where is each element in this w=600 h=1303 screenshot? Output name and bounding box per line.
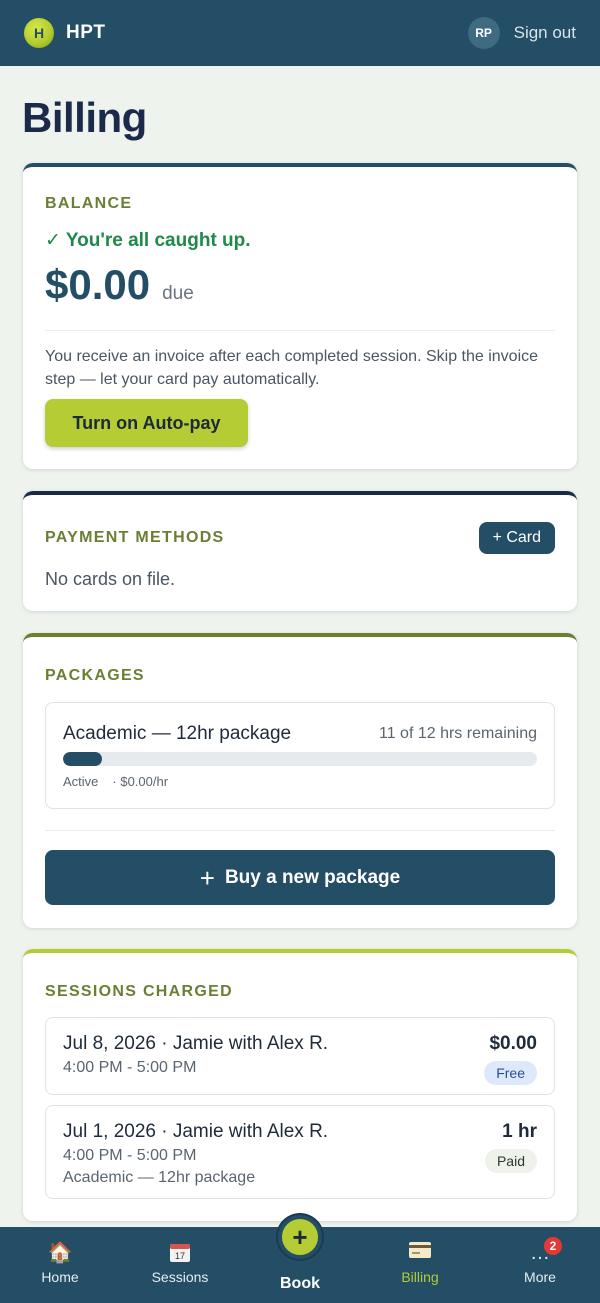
logo-letter: H [33, 25, 45, 41]
autopay-button[interactable]: Turn on Auto-pay [45, 399, 248, 447]
svg-text:17: 17 [175, 1251, 185, 1261]
session-time: 4:00 PM - 5:00 PM [63, 1147, 197, 1164]
balance-card: BALANCE ✓ You're all caught up. $0.00 du… [23, 163, 577, 469]
payment-methods-card: PAYMENT METHODS + Card No cards on file. [23, 491, 577, 611]
nav-billing[interactable]: Billing [360, 1227, 480, 1303]
nav-label: Home [41, 1269, 79, 1285]
bottom-nav: 🏠 Home 17 Sessions + Book Billing … More… [0, 1215, 600, 1303]
add-card-button[interactable]: + Card [478, 522, 555, 554]
package-progress-bar [63, 752, 537, 766]
buy-package-label: Buy a new package [224, 866, 401, 888]
package-meta: Active · $0.00/hr [63, 774, 168, 789]
notification-badge: 2 [542, 1235, 564, 1257]
app-name: HPT [66, 22, 106, 43]
nav-home[interactable]: 🏠 Home [0, 1227, 120, 1303]
divider [45, 330, 555, 331]
sessions-charged-label: SESSIONS CHARGED [45, 983, 233, 1000]
nav-label: Sessions [151, 1269, 209, 1285]
session-status-badge: Free [484, 1061, 537, 1085]
session-title: Jul 1, 2026 · Jamie with Alex R. [63, 1121, 329, 1142]
session-amount: $0.00 [489, 1033, 537, 1054]
autopay-description: You receive an invoice after each comple… [45, 348, 539, 388]
page-title: Billing [22, 94, 147, 141]
calendar-icon: 17 [169, 1241, 191, 1265]
top-bar: H HPT RP Sign out [0, 0, 600, 66]
packages-card: PACKAGES Academic — 12hr package 11 of 1… [23, 633, 577, 928]
logo-icon[interactable]: H [24, 18, 54, 48]
balance-status: ✓ You're all caught up. [45, 230, 251, 251]
plus-icon: + [292, 1221, 308, 1252]
book-button[interactable]: + [278, 1215, 322, 1259]
session-row[interactable]: Jul 8, 2026 · Jamie with Alex R. 4:00 PM… [45, 1017, 555, 1095]
nav-label: Billing [401, 1269, 439, 1285]
session-row[interactable]: Jul 1, 2026 · Jamie with Alex R. 4:00 PM… [45, 1105, 555, 1199]
session-package: Academic — 12hr package [63, 1169, 256, 1186]
package-item[interactable]: Academic — 12hr package 11 of 12 hrs rem… [45, 702, 555, 809]
session-title: Jul 8, 2026 · Jamie with Alex R. [63, 1033, 329, 1054]
balance-due-label: due [162, 283, 194, 304]
packages-label: PACKAGES [45, 667, 145, 684]
package-status: Active [63, 774, 99, 789]
package-progress-fill [63, 752, 103, 766]
balance-amount: $0.00 [45, 261, 151, 308]
plus-icon: + [199, 862, 215, 893]
session-status-badge: Paid [484, 1149, 537, 1173]
nav-more[interactable]: … More [480, 1227, 600, 1303]
no-cards-text: No cards on file. [45, 569, 176, 589]
buy-package-button[interactable]: + Buy a new package [45, 850, 555, 905]
sign-out-link[interactable]: Sign out [514, 23, 576, 43]
nav-label: More [524, 1269, 556, 1285]
session-amount: 1 hr [502, 1121, 537, 1142]
divider [45, 830, 555, 831]
sessions-charged-card: SESSIONS CHARGED Jul 8, 2026 · Jamie wit… [23, 949, 577, 1221]
nav-sessions[interactable]: 17 Sessions [120, 1227, 240, 1303]
avatar[interactable]: RP [467, 17, 500, 49]
balance-amount-row: $0.00 due [45, 261, 194, 309]
package-rate: · $0.00/hr [112, 774, 169, 789]
session-time: 4:00 PM - 5:00 PM [63, 1059, 197, 1076]
payment-methods-label: PAYMENT METHODS [45, 529, 225, 546]
credit-card-icon [408, 1241, 432, 1265]
balance-label: BALANCE [45, 195, 133, 212]
package-remaining: 11 of 12 hrs remaining [378, 725, 537, 742]
home-icon: 🏠 [47, 1242, 73, 1264]
package-name: Academic — 12hr package [63, 723, 292, 744]
